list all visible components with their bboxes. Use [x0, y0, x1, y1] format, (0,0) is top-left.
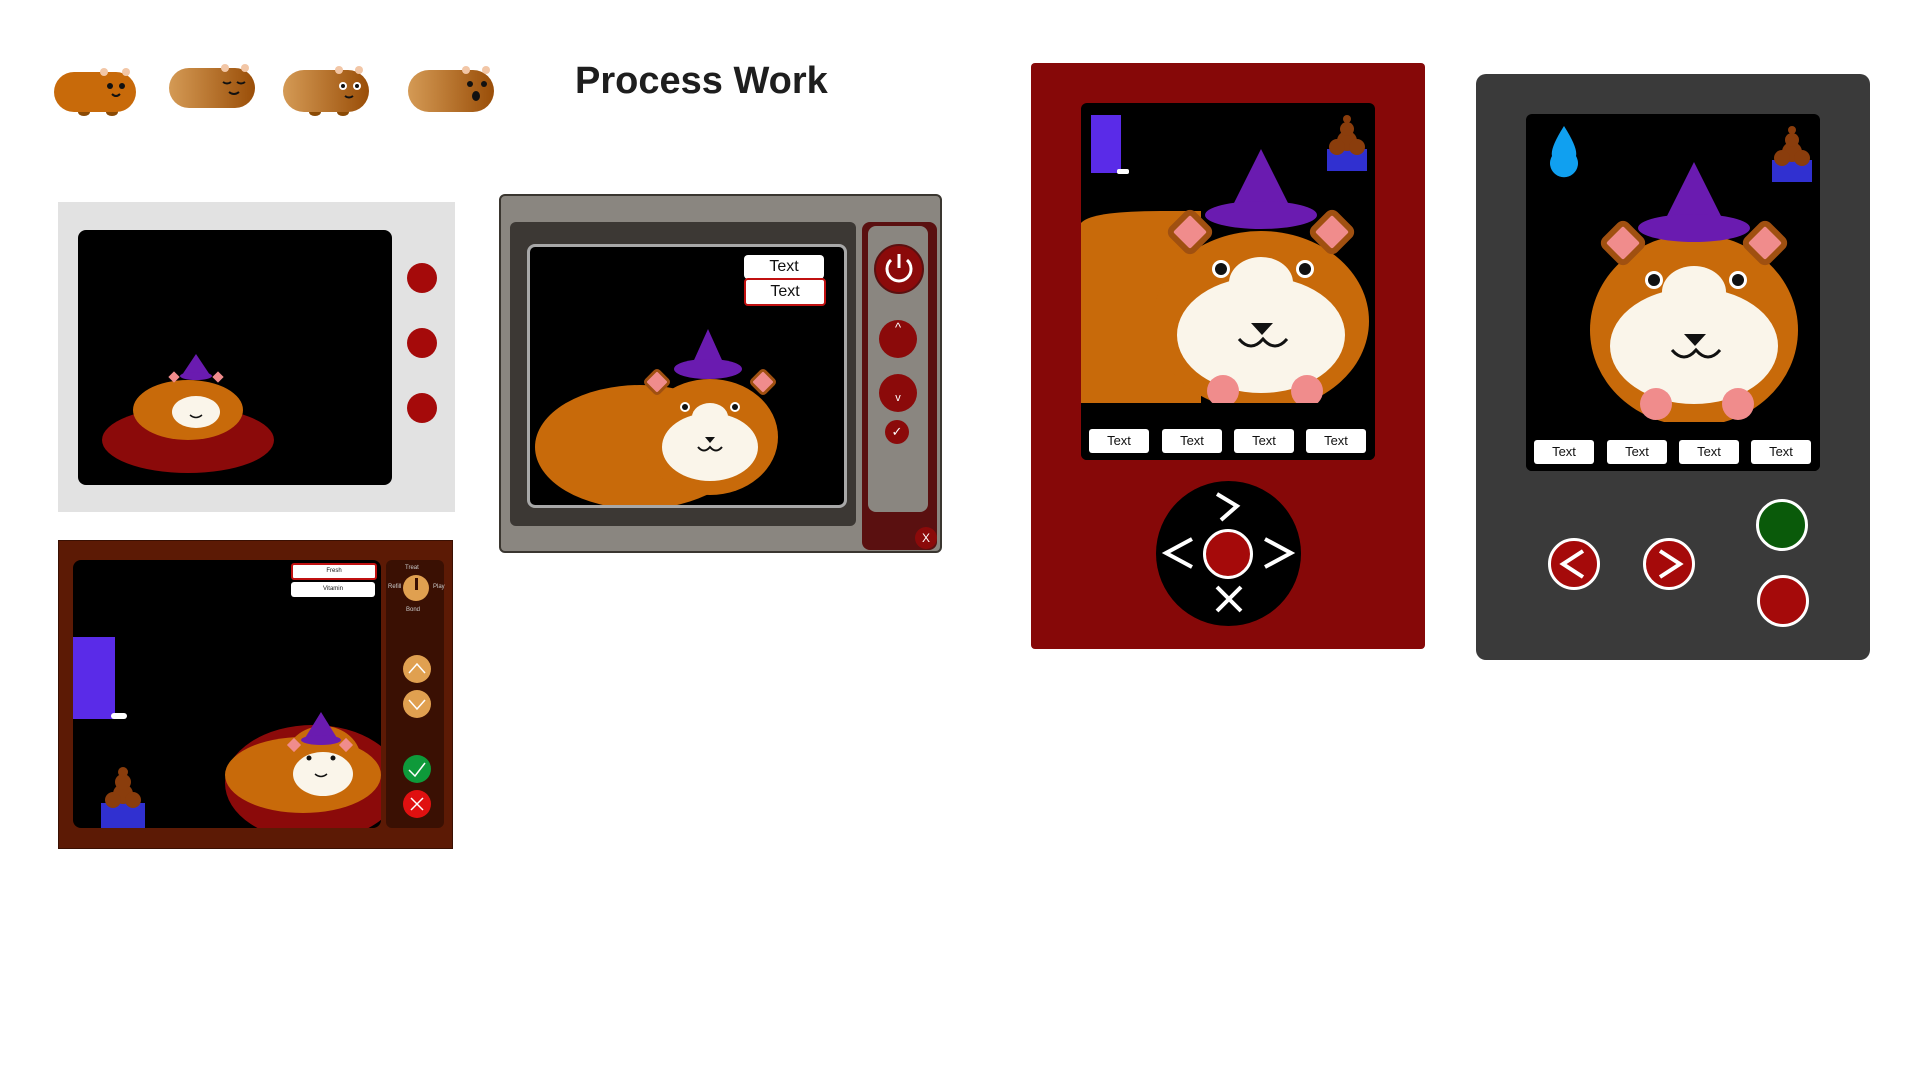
down-button[interactable]: v [879, 374, 917, 412]
guinea-pig-surprised-icon [408, 66, 494, 112]
confirm-button[interactable] [403, 755, 431, 783]
sleeping-guinea-pig-scene [102, 354, 274, 473]
tab-1[interactable]: Text [1089, 429, 1149, 453]
close-icon: X [921, 531, 930, 545]
up-button[interactable]: ^ [879, 320, 917, 358]
close-icon [410, 797, 424, 811]
red-device-screen [1081, 103, 1375, 460]
chevron-down-icon [408, 699, 426, 711]
tab-4[interactable]: Text [1751, 440, 1811, 464]
dial-pointer [415, 578, 418, 590]
tab-3[interactable]: Text [1234, 429, 1294, 453]
gray-device-screen [1526, 114, 1820, 471]
center-select-button[interactable] [1203, 529, 1253, 579]
power-button[interactable] [874, 244, 924, 294]
microwave-button-1[interactable] [407, 263, 437, 293]
chevron-up-icon [408, 662, 426, 674]
tab-2[interactable]: Text [1162, 429, 1222, 453]
microwave-gray-mockup: Text Text ^ v ✓ X [499, 194, 942, 553]
red-button[interactable] [1757, 575, 1809, 627]
close-icon[interactable] [1211, 581, 1247, 617]
green-button[interactable] [1756, 499, 1808, 551]
down-label: v [895, 392, 901, 404]
chevron-right-icon [1658, 549, 1684, 579]
next-button[interactable] [1643, 538, 1695, 590]
chevron-right-icon[interactable] [1259, 533, 1299, 573]
previous-button[interactable] [1548, 538, 1600, 590]
menu-option-vitamin[interactable]: Vitamin [291, 582, 375, 597]
guinea-pig-alert-icon [283, 66, 369, 116]
up-button[interactable] [403, 655, 431, 683]
check-icon: ✓ [891, 424, 903, 439]
page-title: Process Work [575, 60, 828, 102]
power-icon [885, 254, 913, 283]
chevron-up-icon[interactable] [1209, 488, 1249, 524]
hat-guinea-pig-closeup [1081, 115, 1375, 460]
check-icon [408, 762, 426, 778]
tab-1[interactable]: Text [1534, 440, 1594, 464]
cancel-button[interactable] [403, 790, 431, 818]
mode-dial[interactable] [403, 575, 429, 601]
brown-panel-mockup: Fresh Vitamin Treat Refill Play Bond [58, 540, 453, 849]
microwave-button-3[interactable] [407, 393, 437, 423]
dial-label-treat: Treat [405, 565, 419, 571]
chevron-left-icon [1559, 549, 1585, 579]
guinea-pig-happy-icon [54, 68, 136, 116]
microwave-white-screen [78, 230, 392, 485]
down-button[interactable] [403, 690, 431, 718]
dial-label-bond: Bond [406, 607, 421, 613]
microwave-button-2[interactable] [407, 328, 437, 358]
guinea-pig-bed-scene [73, 637, 381, 828]
guinea-pig-sleepy-icon [169, 64, 255, 108]
tab-4[interactable]: Text [1306, 429, 1366, 453]
close-button[interactable]: X [915, 527, 937, 549]
tab-3[interactable]: Text [1679, 440, 1739, 464]
up-label: ^ [894, 320, 902, 335]
dial-label-refill: Refill [388, 584, 402, 590]
menu-option-2[interactable]: Text [744, 278, 826, 306]
chevron-left-icon[interactable] [1158, 533, 1198, 573]
hat-guinea-pig-front [1526, 126, 1820, 471]
confirm-button[interactable]: ✓ [885, 420, 909, 444]
menu-option-fresh[interactable]: Fresh [291, 563, 377, 580]
menu-option-1[interactable]: Text [744, 255, 824, 279]
gray-device-mockup: Text Text Text Text [1476, 74, 1870, 660]
dial-label-play: Play [433, 584, 445, 590]
brown-panel-screen [73, 560, 381, 828]
red-device-mockup: Text Text Text Text [1031, 63, 1425, 649]
tab-2[interactable]: Text [1607, 440, 1667, 464]
microwave-white-mockup [58, 202, 455, 512]
